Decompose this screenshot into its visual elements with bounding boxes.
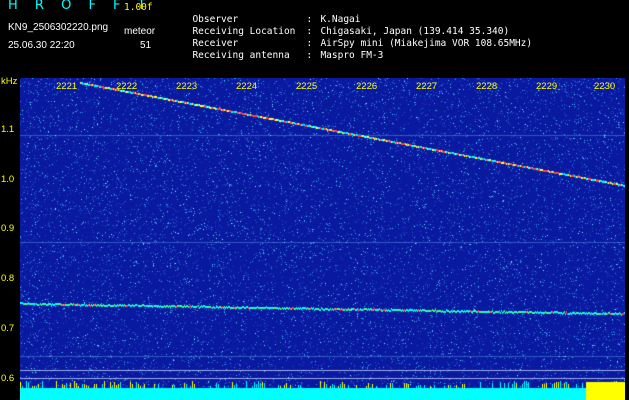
y-axis-unit: kHz [1,76,18,87]
x-tick-label: 2226 [356,81,378,92]
x-tick-label: 2225 [296,81,318,92]
y-tick-label: 0.8 [1,273,15,284]
x-tick-label: 2222 [116,81,138,92]
datetime-label: 25.06.30 22:20 [8,40,75,51]
x-tick-label: 2227 [416,81,438,92]
y-tick-label: 1.1 [1,124,15,135]
file-name: KN9_2506302220.png [8,22,109,33]
x-tick-label: 2228 [476,81,498,92]
x-tick-label: 2223 [176,81,198,92]
x-tick-label: 2229 [536,81,558,92]
y-tick-label: 0.9 [1,223,15,234]
version-label: 1.00f [124,2,153,13]
x-tick-label: 2221 [56,81,78,92]
meteor-label: meteor [124,26,156,37]
x-tick-label: 2224 [236,81,258,92]
y-tick-label: 1.0 [1,174,15,185]
meteor-count: 51 [140,40,152,51]
x-tick-label: 2230 [594,81,616,92]
y-tick-label: 0.6 [1,373,15,384]
spectrogram-plot [20,78,625,400]
y-tick-label: 0.7 [1,323,15,334]
info-row-antenna: Receiving antenna: Maspro FM-3 [192,50,384,61]
spectrogram-canvas [20,78,625,400]
